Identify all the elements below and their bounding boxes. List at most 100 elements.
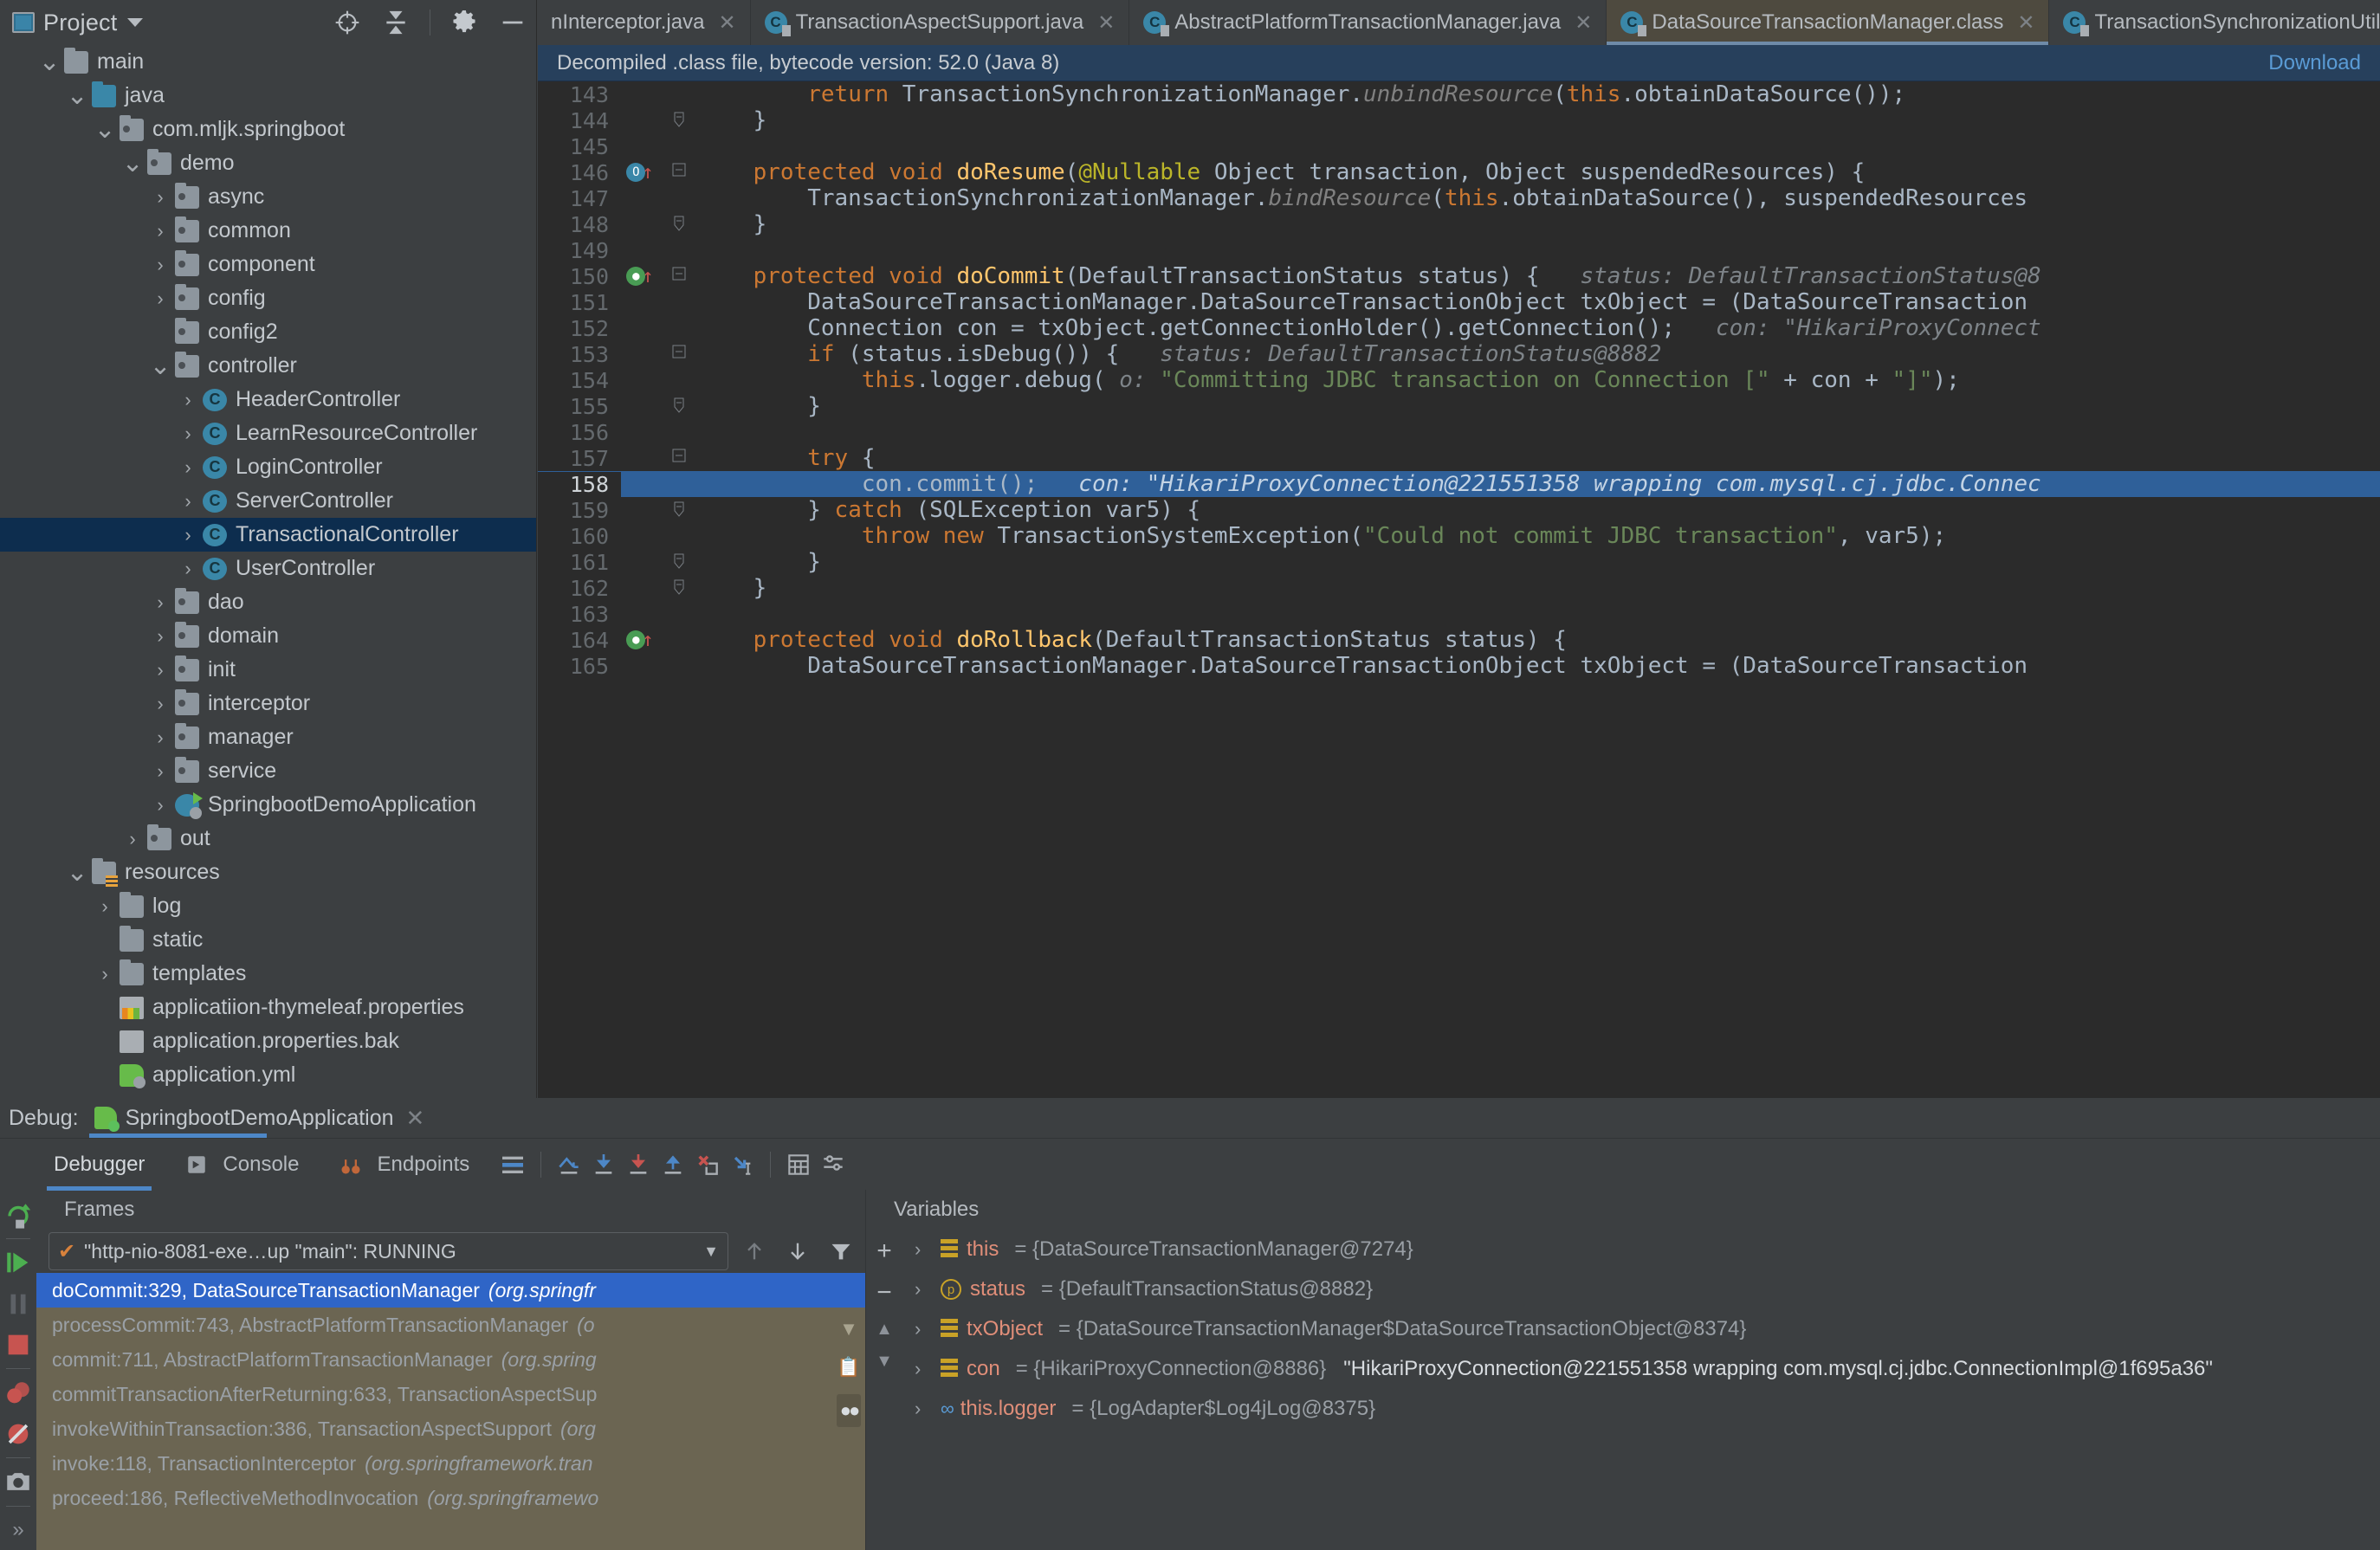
frame-row[interactable]: commitTransactionAfterReturning:633, Tra… — [36, 1377, 865, 1411]
tree-item-demo[interactable]: ⌄ demo — [0, 146, 536, 180]
code-line[interactable]: 162 } — [538, 575, 2380, 601]
minimize-icon[interactable] — [498, 8, 527, 37]
add-watch-button[interactable]: + — [876, 1237, 892, 1266]
chevron-right-icon[interactable]: › — [178, 524, 197, 546]
chevron-down-icon[interactable]: ▼ — [703, 1243, 719, 1261]
tree-item-log[interactable]: › log — [0, 889, 536, 923]
tree-item-manager[interactable]: › manager — [0, 720, 536, 754]
chevron-down-icon[interactable]: ⌄ — [121, 149, 143, 178]
tree-item-main[interactable]: ⌄ main — [0, 45, 536, 79]
code-fold-marker[interactable] — [659, 499, 699, 521]
variable-row[interactable]: › ∞ this.logger = {LogAdapter$Log4jLog@8375… — [902, 1389, 2380, 1429]
code-line[interactable]: 161 } — [538, 549, 2380, 575]
settings-gear-icon[interactable] — [449, 8, 479, 37]
chevron-right-icon[interactable]: › — [151, 186, 170, 208]
frame-row[interactable]: commit:711, AbstractPlatformTransactionM… — [36, 1342, 865, 1377]
force-step-into-icon[interactable] — [690, 1147, 725, 1182]
frames-list[interactable]: doCommit:329, DataSourceTransactionManag… — [36, 1273, 865, 1550]
project-button-label[interactable]: Project — [43, 10, 117, 36]
code-line[interactable]: 155 } — [538, 393, 2380, 419]
tree-item-springbootdemoapplication[interactable]: › SpringbootDemoApplication — [0, 788, 536, 822]
code-line[interactable]: 151 DataSourceTransactionManager.DataSou… — [538, 289, 2380, 315]
variable-row[interactable]: › con = {HikariProxyConnection@8886} "Hikar… — [902, 1349, 2380, 1389]
close-tab-icon[interactable]: ✕ — [1575, 10, 1592, 36]
chevron-down-icon[interactable]: ⌄ — [94, 115, 115, 144]
code-line[interactable]: 147 TransactionSynchronizationManager.bi… — [538, 185, 2380, 211]
code-line[interactable]: 149 — [538, 237, 2380, 263]
mute-breakpoints-icon[interactable] — [0, 1414, 36, 1453]
resume-program-icon[interactable] — [0, 1243, 36, 1282]
download-sources-link[interactable]: Download — [2268, 51, 2361, 75]
chevron-right-icon[interactable]: › — [915, 1238, 932, 1261]
chevron-right-icon[interactable]: › — [178, 423, 197, 444]
chevron-down-icon[interactable]: ⌄ — [66, 858, 87, 887]
tree-item-com-mljk-springboot[interactable]: ⌄ com.mljk.springboot — [0, 113, 536, 146]
code-fold-marker[interactable] — [659, 265, 699, 287]
editor-tab[interactable]: C TransactionAspectSupport.java ✕ — [751, 0, 1130, 45]
tree-item-java[interactable]: ⌄ java — [0, 79, 536, 113]
chevron-right-icon[interactable]: › — [151, 287, 170, 309]
step-over-icon[interactable] — [586, 1147, 621, 1182]
up-arrow-icon[interactable] — [737, 1234, 772, 1269]
code-fold-marker[interactable] — [659, 395, 699, 417]
step-out-icon[interactable] — [656, 1147, 690, 1182]
tree-item-service[interactable]: › service — [0, 754, 536, 788]
tab-debugger[interactable]: Debugger — [36, 1139, 162, 1191]
tree-item-usercontroller[interactable]: › C UserController — [0, 552, 536, 585]
close-icon[interactable]: ✕ — [406, 1105, 425, 1132]
code-editor[interactable]: Decompiled .class file, bytecode version… — [538, 45, 2380, 1098]
code-fold-marker[interactable] — [659, 109, 699, 132]
tree-item-transactionalcontroller[interactable]: › C TransactionalController — [0, 518, 536, 552]
code-line[interactable]: 163 — [538, 601, 2380, 627]
tree-item-async[interactable]: › async — [0, 180, 536, 214]
chevron-right-icon[interactable]: › — [151, 727, 170, 748]
code-line[interactable]: 144 } — [538, 107, 2380, 133]
code-lines[interactable]: 143 return TransactionSynchronizationMan… — [538, 81, 2380, 679]
project-tree[interactable]: ⌄ main ⌄ java ⌄ com.mljk.springboot ⌄ demo › asyn… — [0, 45, 537, 1098]
view-breakpoints-icon[interactable] — [0, 1373, 36, 1412]
frame-row[interactable]: invokeWithinTransaction:386, Transaction… — [36, 1411, 865, 1446]
evaluate-expression-icon[interactable] — [781, 1147, 816, 1182]
close-tab-icon[interactable]: ✕ — [2017, 10, 2034, 36]
editor-tab[interactable]: C AbstractPlatformTransactionManager.java… — [1129, 0, 1607, 45]
code-fold-marker[interactable] — [659, 161, 699, 184]
remove-watch-button[interactable]: − — [876, 1278, 892, 1308]
code-fold-marker[interactable] — [659, 551, 699, 573]
variable-row[interactable]: › txObject = {DataSourceTransactionManager… — [902, 1309, 2380, 1349]
frame-row[interactable]: doCommit:329, DataSourceTransactionManag… — [36, 1273, 865, 1308]
code-line[interactable]: 150 ● ↑ protected void doCommit(DefaultTra… — [538, 263, 2380, 289]
chevron-down-icon[interactable]: ⌄ — [149, 352, 171, 380]
chevron-right-icon[interactable]: › — [151, 794, 170, 816]
chevron-right-icon[interactable]: › — [151, 220, 170, 242]
chevron-right-icon[interactable]: › — [178, 456, 197, 478]
tree-item-config[interactable]: › config — [0, 281, 536, 315]
scroll-up-icon[interactable]: ▲ — [876, 1320, 893, 1340]
tree-item-init[interactable]: › init — [0, 653, 536, 687]
code-line[interactable]: 159 } catch (SQLException var5) { — [538, 497, 2380, 523]
tree-item-application-yml[interactable]: ›application.yml — [0, 1058, 536, 1092]
code-line[interactable]: 156 — [538, 419, 2380, 445]
code-fold-marker[interactable] — [659, 343, 699, 365]
chevron-right-icon[interactable]: › — [95, 895, 114, 917]
tab-endpoints[interactable]: Endpoints — [316, 1139, 487, 1191]
code-line[interactable]: 160 throw new TransactionSystemException… — [538, 523, 2380, 549]
tree-item-application-properties-bak[interactable]: ›application.properties.bak — [0, 1024, 536, 1058]
chevron-right-icon[interactable]: › — [915, 1398, 932, 1420]
editor-tab[interactable]: C TransactionSynchronizationUtils.j — [2049, 0, 2380, 45]
code-line[interactable]: 165 DataSourceTransactionManager.DataSou… — [538, 653, 2380, 679]
code-line[interactable]: 153 if (status.isDebug()) { status: Defa… — [538, 341, 2380, 367]
pause-icon[interactable] — [0, 1284, 36, 1323]
editor-tab[interactable]: C DataSourceTransactionManager.class ✕ — [1607, 0, 2050, 45]
tree-item-common[interactable]: › common — [0, 214, 536, 248]
chevron-right-icon[interactable]: › — [178, 490, 197, 512]
layout-icon[interactable] — [495, 1147, 530, 1182]
tree-item-logincontroller[interactable]: › C LoginController — [0, 450, 536, 484]
down-arrow-icon[interactable] — [780, 1234, 815, 1269]
run-configuration-tab[interactable]: SpringbootDemoApplication — [126, 1106, 394, 1131]
code-line[interactable]: 157 try { — [538, 445, 2380, 471]
chevron-right-icon[interactable]: › — [151, 760, 170, 782]
chevron-down-icon[interactable]: ⌄ — [38, 48, 60, 76]
code-line[interactable]: 164 ● ↑ protected void doRollback(DefaultT… — [538, 627, 2380, 653]
run-to-cursor-icon[interactable] — [725, 1147, 760, 1182]
chevron-right-icon[interactable]: › — [151, 254, 170, 275]
